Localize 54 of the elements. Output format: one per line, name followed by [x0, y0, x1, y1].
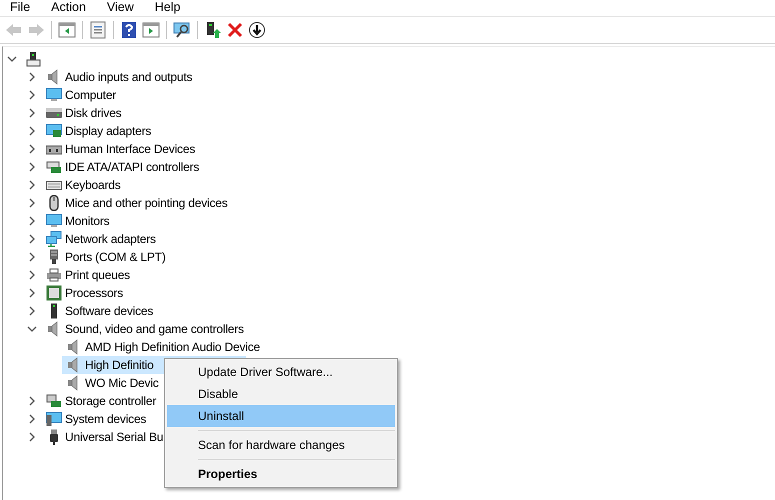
- expand-chevron-icon[interactable]: [27, 72, 37, 82]
- down-icon[interactable]: [246, 19, 268, 41]
- printer-icon: [46, 267, 62, 283]
- expand-chevron-icon[interactable]: [27, 432, 37, 442]
- tree-item[interactable]: Disk drives: [46, 104, 126, 122]
- expand-chevron-icon[interactable]: [27, 198, 37, 208]
- expand-chevron-icon[interactable]: [27, 270, 37, 280]
- expand-chevron-icon[interactable]: [27, 252, 37, 262]
- tree-item[interactable]: System devices: [46, 410, 150, 428]
- collapse-chevron-icon[interactable]: [27, 324, 37, 334]
- expand-chevron-icon[interactable]: [27, 414, 37, 424]
- expand-chevron-icon[interactable]: [27, 216, 37, 226]
- tree-item[interactable]: Print queues: [46, 266, 134, 284]
- tree-item[interactable]: Audio inputs and outputs: [46, 68, 196, 86]
- tree-item[interactable]: Network adapters: [46, 230, 160, 248]
- expand-chevron-icon[interactable]: [27, 180, 37, 190]
- menu-item[interactable]: Uninstall: [167, 405, 395, 427]
- display-icon: [46, 123, 62, 139]
- chip-icon: [46, 285, 62, 301]
- expand-chevron-icon[interactable]: [27, 306, 37, 316]
- tree-item[interactable]: Processors: [46, 284, 128, 302]
- menu-item[interactable]: Disable: [167, 383, 395, 405]
- tree-item[interactable]: WO Mic Devic: [66, 374, 163, 392]
- expand-chevron-icon[interactable]: [27, 234, 37, 244]
- expand-chevron-icon[interactable]: [27, 162, 37, 172]
- menu-item[interactable]: Scan for hardware changes: [167, 434, 395, 456]
- expand-chevron-icon[interactable]: [27, 144, 37, 154]
- tree-item[interactable]: AMD High Definition Audio Device: [66, 338, 264, 356]
- menu-item[interactable]: File: [0, 0, 42, 16]
- tree-item[interactable]: Display adapters: [46, 122, 156, 140]
- menu-item[interactable]: Action: [41, 0, 97, 16]
- expand-chevron-icon[interactable]: [27, 288, 37, 298]
- tree-item[interactable]: Human Interface Devices: [46, 140, 200, 158]
- tree-item[interactable]: Keyboards: [46, 176, 125, 194]
- expand-chevron-icon[interactable]: [27, 90, 37, 100]
- tree-item[interactable]: Universal Serial Bu: [46, 428, 168, 446]
- collapse-chevron-icon[interactable]: [7, 54, 17, 64]
- tree-item[interactable]: IDE ATA/ATAPI controllers: [46, 158, 204, 176]
- expand-chevron-icon[interactable]: [27, 108, 37, 118]
- tree-item[interactable]: Sound, video and game controllers: [46, 320, 248, 338]
- monitor-icon: [46, 213, 62, 229]
- monitor-icon: [46, 87, 62, 103]
- tree-item[interactable]: Ports (COM & LPT): [46, 248, 170, 266]
- tree-item[interactable]: Storage controller: [46, 392, 160, 410]
- tree-item[interactable]: Monitors: [46, 212, 114, 230]
- menu-item[interactable]: View: [96, 0, 145, 16]
- expand-chevron-icon[interactable]: [27, 126, 37, 136]
- tree-item[interactable]: Software devices: [46, 302, 158, 320]
- tree-item[interactable]: Computer: [46, 86, 120, 104]
- network-icon: [46, 231, 62, 247]
- expand-chevron-icon[interactable]: [27, 396, 37, 406]
- menu-item[interactable]: Properties: [167, 463, 395, 485]
- tree-item[interactable]: Mice and other pointing devices: [46, 194, 232, 212]
- menu-item[interactable]: Help: [144, 0, 192, 16]
